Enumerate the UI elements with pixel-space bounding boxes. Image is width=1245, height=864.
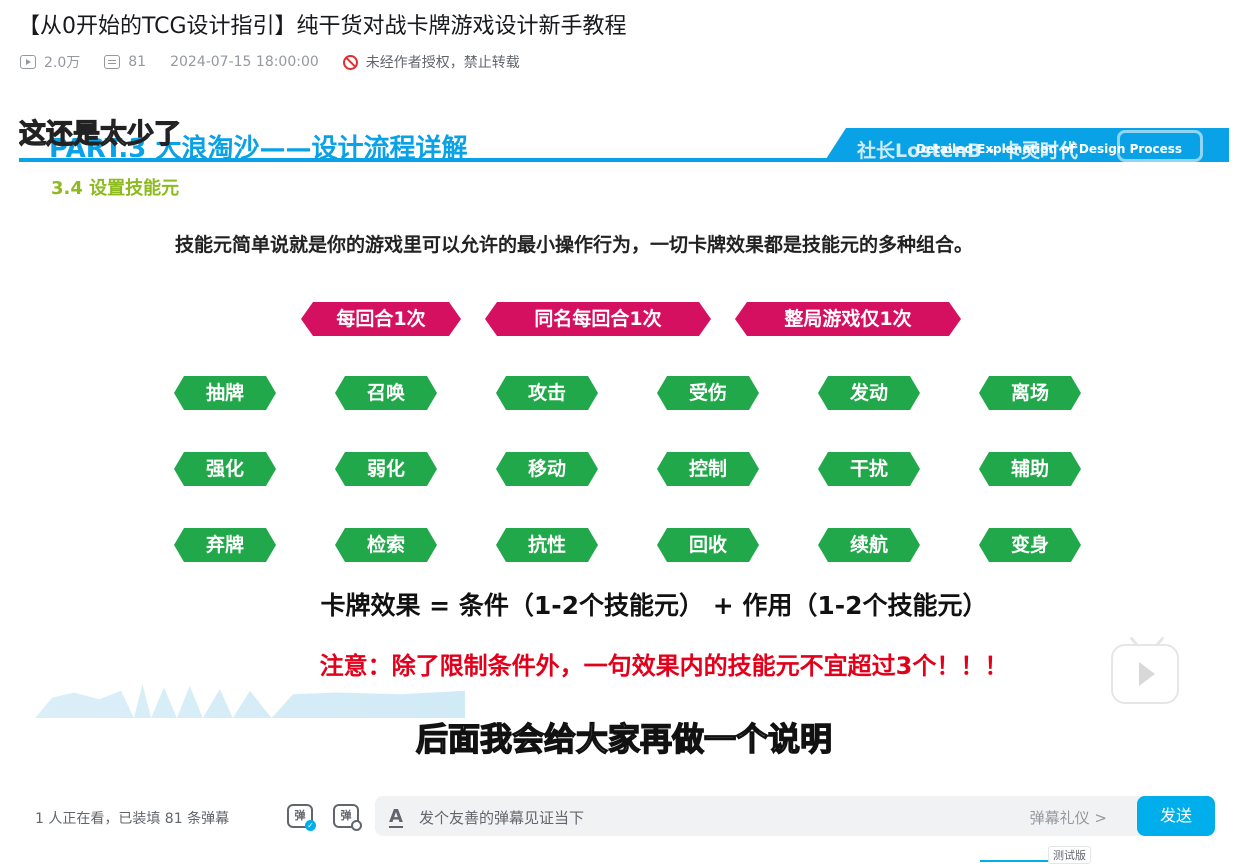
overlay-subtitle: 这还是太少了: [19, 118, 182, 150]
danmaku-etiquette-link[interactable]: 弹幕礼仪 >: [1030, 807, 1107, 828]
danmaku-settings-label: 弹: [340, 809, 352, 822]
skill-tag: 弃牌: [174, 528, 276, 562]
danmaku-toggle-button[interactable]: 弹 ✓: [287, 804, 316, 831]
danmaku-settings-button[interactable]: 弹: [333, 804, 362, 831]
progress-accent: [980, 860, 1050, 862]
play-tv-icon[interactable]: [1111, 644, 1179, 704]
limit-tag: 整局游戏仅1次: [735, 302, 961, 336]
danmaku-input-box[interactable]: A 发个友善的弹幕见证当下 弹幕礼仪 > 发送: [375, 796, 1215, 836]
danmaku-count: 81: [128, 54, 147, 70]
beta-badge: 测试版: [1048, 846, 1091, 864]
effect-formula: 卡牌效果 = 条件（1-2个技能元） + 作用（1-2个技能元）: [320, 591, 988, 620]
limit-tag: 每回合1次: [301, 302, 461, 336]
skill-tag: 辅助: [979, 452, 1081, 486]
video-caption: 后面我会给大家再做一个说明: [415, 719, 832, 758]
section-title: 3.4 设置技能元: [51, 178, 180, 199]
check-icon: ✓: [305, 820, 316, 831]
send-button[interactable]: 发送: [1137, 796, 1215, 836]
font-style-icon[interactable]: A: [389, 806, 403, 828]
publish-time: 2024-07-15 18:00:00: [170, 54, 319, 70]
skill-tag: 检索: [335, 528, 437, 562]
video-frame[interactable]: 社长LostenB · 卡灵时代 Detailed Explanation of…: [19, 106, 1229, 790]
skill-tag: 攻击: [496, 376, 598, 410]
danmaku-toggle-label: 弹: [294, 809, 306, 822]
skill-tag: 移动: [496, 452, 598, 486]
skill-tag: 变身: [979, 528, 1081, 562]
viewer-count: 1 人正在看，已装填 81 条弹幕: [35, 811, 230, 827]
skill-tag: 控制: [657, 452, 759, 486]
video-meta: 2.0万 81 2024-07-15 18:00:00 未经作者授权，禁止转载: [20, 52, 520, 72]
warning-note: 注意：除了限制条件外，一句效果内的技能元不宜超过3个！！！: [319, 652, 1009, 680]
danmaku-input[interactable]: 发个友善的弹幕见证当下: [419, 807, 584, 828]
gear-icon: [351, 820, 362, 831]
skill-tag: 受伤: [657, 376, 759, 410]
no-repost-icon: [342, 54, 358, 70]
play-count-icon: [20, 55, 36, 69]
skill-tag: 召唤: [335, 376, 437, 410]
view-count: 2.0万: [44, 55, 81, 71]
skill-tag: 抽牌: [174, 376, 276, 410]
skill-tag: 发动: [818, 376, 920, 410]
video-player[interactable]: 社长LostenB · 卡灵时代 Detailed Explanation of…: [19, 106, 1229, 844]
skill-tag: 离场: [979, 376, 1081, 410]
slide-description: 技能元简单说就是你的游戏里可以允许的最小操作行为，一切卡牌效果都是技能元的多种组…: [174, 234, 973, 256]
skill-tag: 续航: [818, 528, 920, 562]
limit-tag: 同名每回合1次: [485, 302, 711, 336]
skill-tag: 强化: [174, 452, 276, 486]
danmaku-count-icon: [104, 55, 121, 69]
skill-tag: 弱化: [335, 452, 437, 486]
skill-tag: 抗性: [496, 528, 598, 562]
skill-tag: 干扰: [818, 452, 920, 486]
copyright-notice: 未经作者授权，禁止转载: [365, 55, 520, 71]
danmaku-bar: 1 人正在看，已装填 81 条弹幕 弹 ✓ 弹 A 发个友善的弹幕见证当下 弹幕…: [19, 790, 1229, 844]
bilibili-watermark-icon: [1117, 130, 1203, 162]
video-title: 【从0开始的TCG设计指引】纯干货对战卡牌游戏设计新手教程: [18, 14, 627, 39]
audio-waveform: [35, 684, 465, 718]
skill-tag: 回收: [657, 528, 759, 562]
